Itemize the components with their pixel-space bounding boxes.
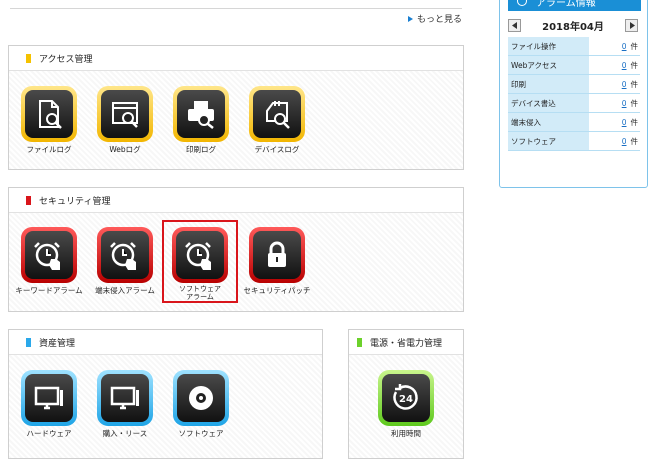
current-month: 2018年04月: [542, 21, 604, 33]
alarm-count-link[interactable]: 0: [622, 137, 627, 146]
chevron-left-icon: [511, 21, 517, 29]
disc-icon: [173, 370, 229, 426]
alarm-clock-icon: [172, 227, 228, 283]
unit-label: 件: [630, 79, 639, 89]
svg-text:24: 24: [399, 394, 413, 405]
tile-label: ハードウェア: [26, 429, 72, 438]
alarm-type-label: ファイル操作: [508, 37, 589, 56]
tile-label: 利用時間: [391, 429, 421, 438]
table-row: ファイル操作 0 件: [508, 37, 640, 56]
alarm-type-label: 印刷: [508, 74, 589, 94]
tile-hardware[interactable]: ハードウェア: [14, 370, 84, 439]
alarm-count-link[interactable]: 0: [622, 99, 627, 108]
access-management-panel: アクセス管理 ファイルログ Webログ 印刷ログ デバイスログ: [8, 45, 464, 170]
tile-usage-time[interactable]: 24 利用時間: [371, 370, 441, 439]
section-marker: [26, 337, 31, 347]
tile-security-patch[interactable]: セキュリティパッチ: [242, 227, 312, 296]
tile-label: キーワードアラーム: [15, 286, 83, 295]
web-log-icon: [97, 86, 153, 142]
print-log-icon: [173, 86, 229, 142]
alarm-count-link[interactable]: 0: [622, 118, 627, 127]
panel-header: 資産管理: [9, 330, 322, 355]
tile-software[interactable]: ソフトウェア: [166, 370, 236, 439]
power-management-panel: 電源・省電力管理 24 利用時間: [348, 329, 464, 459]
tile-label: セキュリティパッチ: [243, 286, 311, 295]
tile-label: 印刷ログ: [186, 145, 216, 154]
tile-software-alarm[interactable]: ソフトウェア アラーム: [162, 220, 238, 303]
table-row: 端末侵入 0 件: [508, 112, 640, 132]
section-title: 電源・省電力管理: [370, 338, 443, 349]
tile-label: デバイスログ: [254, 145, 300, 154]
unit-label: 件: [630, 117, 639, 127]
alarm-clock-icon: [21, 227, 77, 283]
panel-header: 電源・省電力管理: [349, 330, 463, 355]
alarm-type-label: 端末侵入: [508, 112, 589, 132]
24h-clock-icon: 24: [378, 370, 434, 426]
table-row: 印刷 0 件: [508, 74, 640, 94]
alarm-type-label: デバイス書込: [508, 93, 589, 113]
section-marker: [26, 195, 31, 205]
unit-label: 件: [630, 41, 639, 51]
chevron-right-icon: [629, 21, 635, 29]
alarm-count-table: ファイル操作 0 件 Webアクセス 0 件 印刷 0 件 デバイス書込 0 件 端末侵入 0 件 …: [508, 37, 640, 151]
tile-keyword-alarm[interactable]: キーワードアラーム: [14, 227, 84, 296]
month-navigator: 2018年04月: [508, 16, 638, 34]
alarm-count-link[interactable]: 0: [622, 42, 627, 51]
unit-label: 件: [630, 60, 639, 70]
clock-icon: [517, 0, 527, 6]
asset-management-panel: 資産管理 ハードウェア 購入・リース ソフトウェア: [8, 329, 323, 459]
alarm-info-title: アラーム情報: [536, 0, 596, 9]
tile-file-log[interactable]: ファイルログ: [14, 86, 84, 155]
alarm-info-panel: アラーム情報 2018年04月 ファイル操作 0 件 Webアクセス 0 件 印刷 0 件 …: [499, 0, 648, 188]
tile-print-log[interactable]: 印刷ログ: [166, 86, 236, 155]
desktop-pc-icon: [97, 370, 153, 426]
security-management-panel: セキュリティ管理 キーワードアラーム 端末侵入アラーム ソフトウェア アラーム …: [8, 187, 464, 312]
tile-label: 購入・リース: [102, 429, 148, 438]
alarm-info-header: アラーム情報: [508, 0, 641, 11]
alarm-type-label: Webアクセス: [508, 55, 589, 75]
tile-web-log[interactable]: Webログ: [90, 86, 160, 155]
panel-header: セキュリティ管理: [9, 188, 463, 213]
table-row: ソフトウェア 0 件: [508, 131, 640, 151]
tile-device-log[interactable]: デバイスログ: [242, 86, 312, 155]
section-title: セキュリティ管理: [39, 196, 111, 207]
table-row: デバイス書込 0 件: [508, 93, 640, 113]
device-log-icon: [249, 86, 305, 142]
unit-label: 件: [630, 98, 639, 108]
panel-header: アクセス管理: [9, 46, 463, 71]
file-log-icon: [21, 86, 77, 142]
lock-icon: [249, 227, 305, 283]
tile-purchase-lease[interactable]: 購入・リース: [90, 370, 160, 439]
section-title: アクセス管理: [39, 54, 93, 65]
alarm-clock-icon: [97, 227, 153, 283]
top-divider: [10, 8, 462, 9]
tile-label: ファイルログ: [26, 145, 72, 154]
alarm-count-link[interactable]: 0: [622, 80, 627, 89]
prev-month-button[interactable]: [508, 18, 521, 32]
tile-label: ソフトウェア: [178, 429, 224, 438]
alarm-count-link[interactable]: 0: [622, 61, 627, 70]
unit-label: 件: [630, 136, 639, 146]
tile-intrusion-alarm[interactable]: 端末侵入アラーム: [90, 227, 160, 296]
arrow-right-icon: [408, 15, 413, 22]
alarm-type-label: ソフトウェア: [508, 131, 589, 151]
tile-label: ソフトウェア アラーム: [179, 285, 221, 302]
section-title: 資産管理: [39, 338, 76, 349]
tile-label: 端末侵入アラーム: [95, 286, 155, 295]
section-marker: [357, 337, 362, 347]
next-month-button[interactable]: [625, 18, 638, 32]
section-marker: [26, 53, 31, 63]
tile-label: Webログ: [109, 145, 141, 154]
table-row: Webアクセス 0 件: [508, 55, 640, 75]
desktop-pc-icon: [21, 370, 77, 426]
more-link[interactable]: もっと見る: [408, 12, 462, 25]
